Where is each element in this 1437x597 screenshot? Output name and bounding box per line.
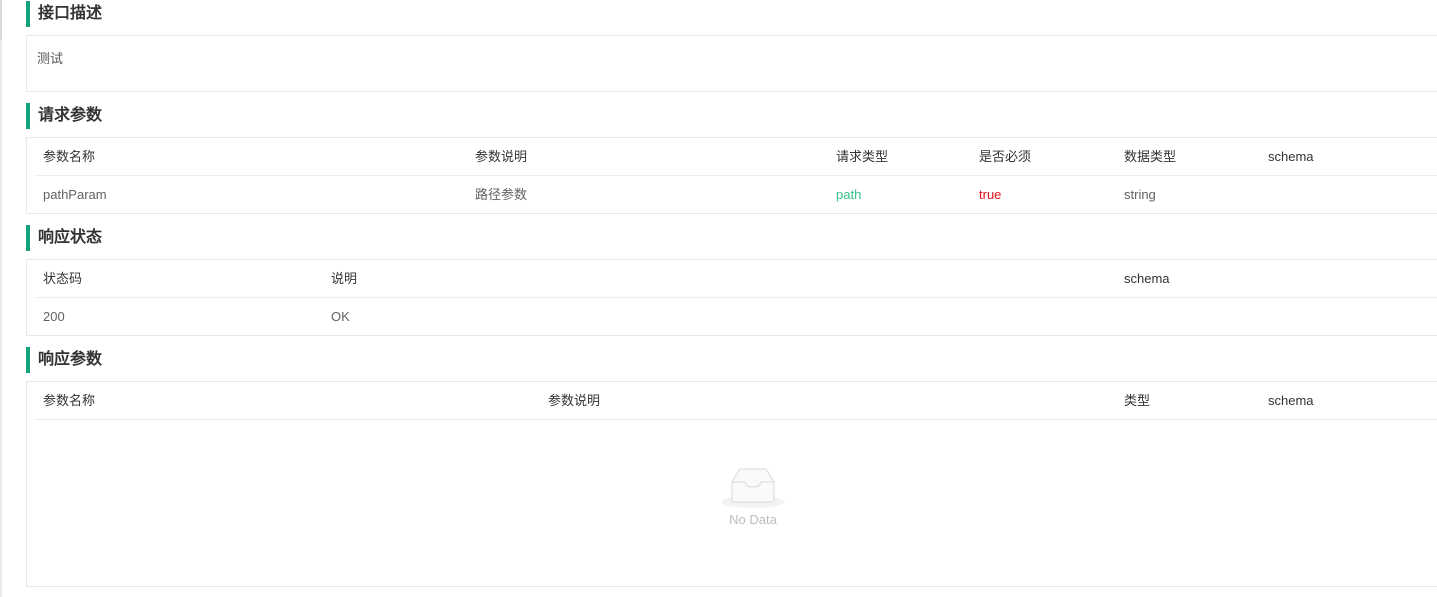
column-header-required: 是否必须 — [979, 149, 1032, 164]
empty-state-text: No Data — [729, 512, 777, 527]
page-left-border — [0, 0, 2, 597]
column-header-param-name: 参数名称 — [43, 393, 96, 408]
column-header-param-name: 参数名称 — [43, 149, 96, 164]
column-header-status-desc: 说明 — [331, 271, 358, 286]
request-params-table: 参数名称 参数说明 请求类型 是否必须 数据类型 schema pathPara… — [26, 137, 1437, 214]
table-header-row: 参数名称 参数说明 请求类型 是否必须 数据类型 schema — [35, 138, 1437, 176]
response-params-table: 参数名称 参数说明 类型 schema No Data — [26, 381, 1437, 587]
column-header-data-type: 数据类型 — [1124, 149, 1177, 164]
empty-state: No Data — [21, 466, 1437, 527]
description-box: 测试 — [26, 35, 1437, 92]
response-status-table: 状态码 说明 schema 200 OK — [26, 259, 1437, 336]
section-title-description: 接口描述 — [26, 1, 102, 27]
section-title-response-params: 响应参数 — [26, 347, 102, 373]
column-header-schema: schema — [1268, 393, 1314, 408]
cell-required: true — [979, 187, 1002, 202]
section-title-response-status: 响应状态 — [26, 225, 102, 251]
description-text: 测试 — [37, 51, 64, 66]
column-header-schema: schema — [1268, 149, 1314, 164]
column-header-param-desc: 参数说明 — [475, 149, 528, 164]
table-row: 200 OK — [35, 298, 1437, 336]
cell-param-name: pathParam — [43, 187, 107, 202]
cell-status-code: 200 — [43, 309, 65, 324]
cell-request-type: path — [836, 187, 862, 202]
cell-param-desc: 路径参数 — [475, 187, 528, 202]
column-header-request-type: 请求类型 — [836, 149, 889, 164]
column-header-type: 类型 — [1124, 393, 1151, 408]
cell-status-desc: OK — [331, 309, 350, 324]
empty-inbox-icon — [21, 466, 1437, 508]
column-header-param-desc: 参数说明 — [548, 393, 601, 408]
cell-data-type: string — [1124, 187, 1156, 202]
section-title-request-params: 请求参数 — [26, 103, 102, 129]
table-header-row: 参数名称 参数说明 类型 schema — [35, 382, 1437, 420]
table-row: pathParam 路径参数 path true string — [35, 176, 1437, 214]
column-header-schema: schema — [1124, 271, 1170, 286]
column-header-status-code: 状态码 — [43, 271, 83, 286]
table-header-row: 状态码 说明 schema — [35, 260, 1437, 298]
page-left-border-top — [0, 0, 2, 40]
